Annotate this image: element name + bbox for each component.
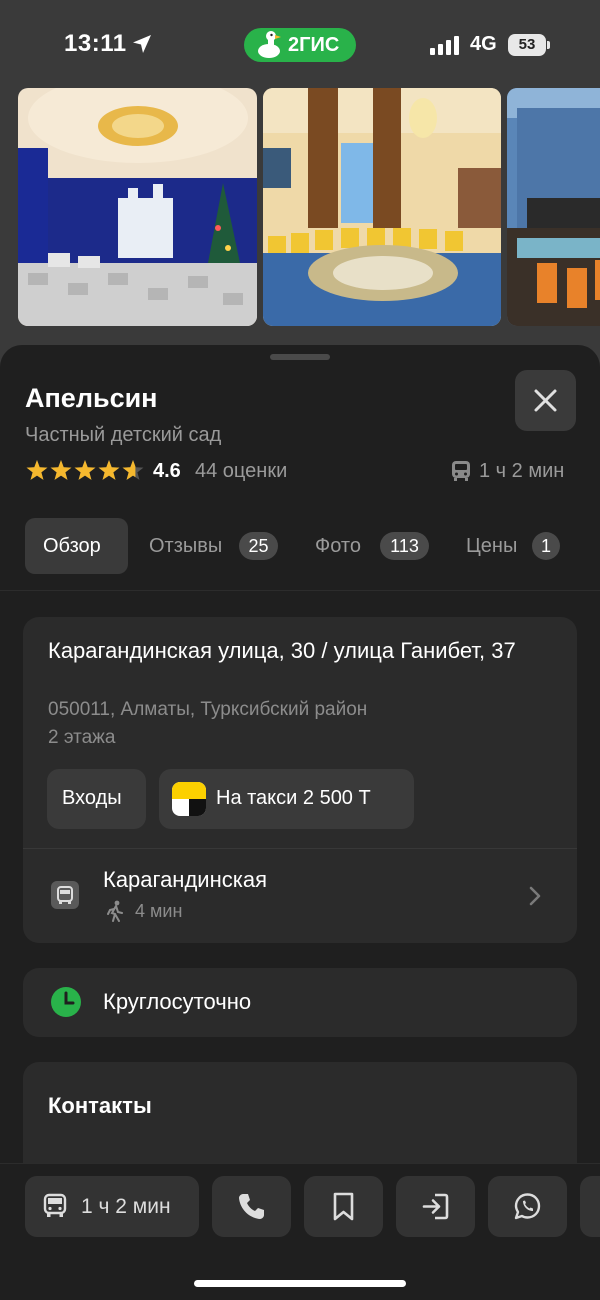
goose-icon [258,31,281,58]
tab-label: Цены [466,535,518,557]
tab-photos[interactable]: Фото 113 [300,518,435,574]
address-card: Карагандинская улица, 30 / улица Ганибет… [23,617,577,943]
tab-count-badge: 1 [532,532,560,560]
star-filled [74,460,96,480]
tab-bar: Обзор Отзывы 25 Фото 113 Цены 1 [0,518,600,575]
photo-2[interactable] [263,88,501,326]
tab-prices[interactable]: Цены 1 [452,518,572,574]
battery-level: 53 [518,36,536,53]
place-category: Частный детский сад [25,424,222,446]
whatsapp-button[interactable] [488,1176,567,1237]
entrances-button[interactable]: Входы [47,769,146,829]
status-time: 13:11 [64,30,127,57]
app-name: 2ГИС [288,34,340,56]
star-filled [98,460,120,480]
nearest-stop-name[interactable]: Карагандинская [103,867,267,893]
divider [0,590,600,591]
tab-label: Обзор [43,535,101,557]
taxi-label: На такси 2 500 Т [216,787,371,809]
divider [23,848,577,849]
bus-stop-icon [51,881,79,909]
enter-button[interactable] [396,1176,475,1237]
phone-icon [239,1194,264,1219]
entrances-label: Входы [62,787,122,809]
sheet-handle[interactable] [270,354,330,360]
star-filled [26,460,48,480]
bus-icon [43,1193,67,1217]
address-street[interactable]: Карагандинская улица, 30 / улица Ганибет… [48,635,548,666]
status-bar: 13:11 2ГИС 4G 53 [0,0,600,88]
tab-count-badge: 113 [380,532,429,560]
chevron-right-icon[interactable] [526,884,544,908]
app-badge[interactable]: 2ГИС [244,28,356,62]
walk-icon [107,900,123,922]
contacts-title: Контакты [48,1093,152,1118]
bus-icon [452,461,470,481]
travel-time: 1 ч 2 мин [450,459,580,485]
taxi-logo-icon [172,782,206,816]
battery-indicator: 53 [508,34,550,56]
rating-stars [26,460,144,480]
close-button[interactable] [515,370,576,431]
address-floors: 2 этажа [48,727,116,748]
whatsapp-icon [514,1193,541,1220]
location-arrow-icon [133,35,151,53]
rating-count: 44 оценки [195,460,288,482]
walk-time: 4 мин [135,901,183,921]
route-time-label: 1 ч 2 мин [81,1195,171,1218]
travel-time-label: 1 ч 2 мин [479,460,565,482]
tab-reviews[interactable]: Отзывы 25 [135,518,285,574]
clock-icon [51,987,81,1017]
route-button[interactable]: 1 ч 2 мин [25,1176,199,1237]
photo-1[interactable] [18,88,257,326]
tab-label: Фото [315,535,361,557]
bookmark-button[interactable] [304,1176,383,1237]
enter-icon [422,1193,449,1220]
hours-card[interactable]: Круглосуточно [23,968,577,1037]
network-type: 4G [470,33,497,55]
place-sheet: Апельсин Частный детский сад 4.6 44 оцен… [0,345,600,1300]
signal-icon [430,36,459,55]
bookmark-icon [333,1192,354,1221]
photo-3[interactable] [507,88,600,326]
bottom-action-bar: 1 ч 2 мин [0,1163,600,1300]
tab-overview[interactable]: Обзор [25,518,128,574]
home-indicator[interactable] [194,1280,406,1287]
taxi-button[interactable]: На такси 2 500 Т [159,769,414,829]
address-city: 050011, Алматы, Турксибский район [48,699,368,720]
more-button[interactable] [580,1176,600,1237]
close-icon [534,389,557,412]
tab-count-badge: 25 [239,532,278,560]
star-filled [50,460,72,480]
rating-value: 4.6 [153,460,181,482]
call-button[interactable] [212,1176,291,1237]
tab-label: Отзывы [149,535,223,557]
place-name: Апельсин [25,383,158,413]
photo-carousel[interactable] [0,88,600,328]
opening-hours: Круглосуточно [103,989,252,1014]
